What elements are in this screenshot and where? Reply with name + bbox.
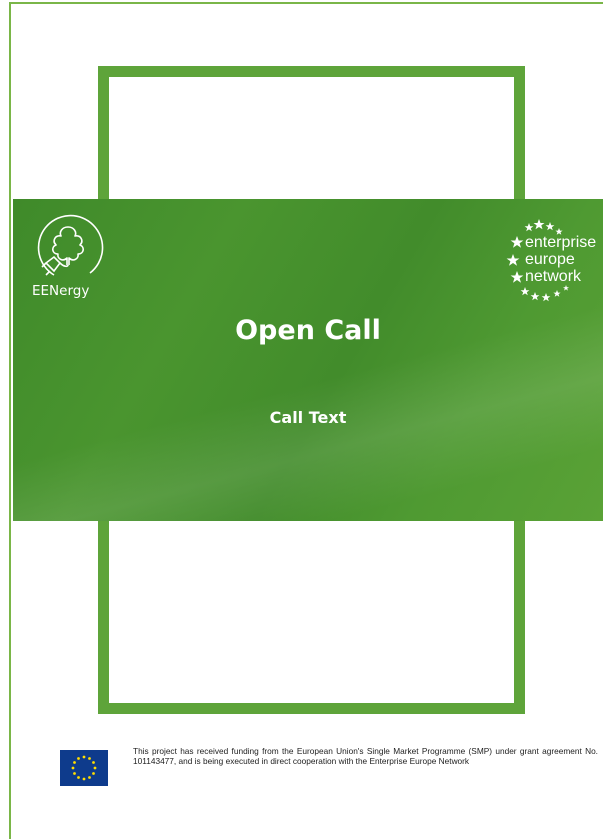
network-logo-word-enterprise: enterprise [525,234,597,251]
oak-leaf-plug-icon [37,214,104,276]
funding-footer: This project has received funding from t… [60,746,600,791]
network-logo-word-network: network [525,268,582,285]
eenergy-logo: EENergy [32,213,104,305]
funding-statement: This project has received funding from t… [133,746,598,766]
cover-title: Open Call [235,315,381,346]
cover-subtitle: Call Text [269,408,347,427]
eenergy-logo-name: EENergy [32,283,90,299]
enterprise-europe-network-logo: enterprise europe network [493,217,601,307]
document-cover-page: EENergy enterprise europe network Open C… [0,0,603,839]
network-logo-word-europe: europe [525,251,575,268]
title-band: EENergy enterprise europe network Open C… [13,199,603,521]
eu-flag-icon [60,750,108,786]
